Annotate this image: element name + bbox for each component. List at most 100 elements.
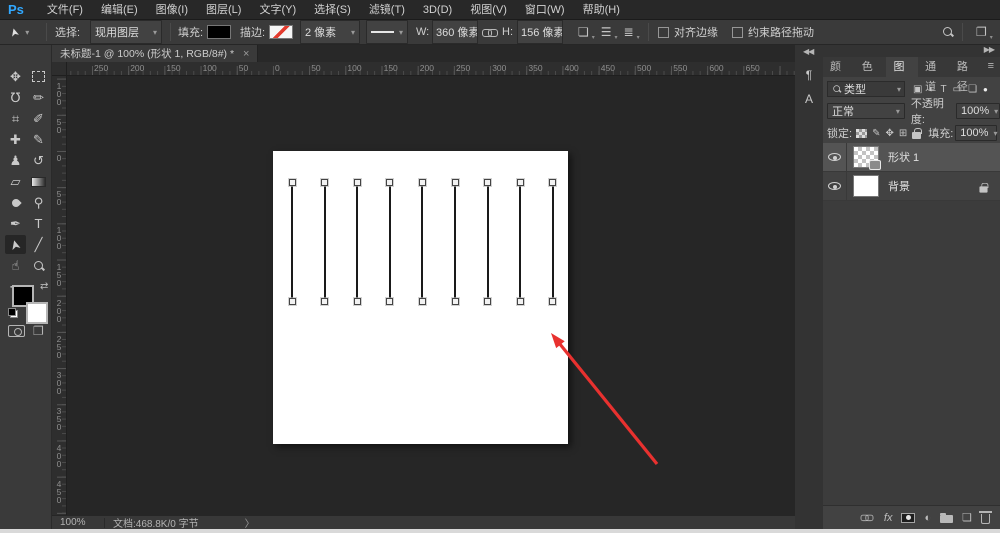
menu-item-图层L[interactable]: 图层(L): [197, 4, 250, 16]
menu-item-图像I[interactable]: 图像(I): [147, 4, 197, 16]
paragraph-panel-icon[interactable]: ¶: [799, 65, 819, 85]
current-tool-icon[interactable]: ➤: [7, 26, 22, 38]
filter-pixel-layers-icon[interactable]: ▣: [913, 84, 922, 95]
zoom-tool[interactable]: [28, 256, 49, 275]
background-color-swatch[interactable]: [26, 302, 48, 324]
layer-group-icon[interactable]: [940, 512, 954, 523]
adjustment-layer-icon[interactable]: ◐: [924, 512, 931, 524]
menu-item-窗口W[interactable]: 窗口(W): [516, 4, 574, 16]
constrain-path-drag-box[interactable]: [732, 26, 743, 38]
align-edges-box[interactable]: [658, 26, 669, 38]
layer-thumbnail[interactable]: [853, 146, 881, 170]
blur-tool[interactable]: [5, 193, 26, 212]
filter-toggle[interactable]: ●: [983, 85, 988, 94]
menu-item-视图V[interactable]: 视图(V): [461, 4, 516, 16]
menu-item-编辑E[interactable]: 编辑(E): [92, 4, 147, 16]
panel-tab-通道[interactable]: 通道: [918, 57, 950, 93]
stroke-width-dropdown[interactable]: 2 像素: [300, 20, 360, 44]
document-tab[interactable]: 未标题-1 @ 100% (形状 1, RGB/8#) * ×: [52, 45, 259, 62]
layer-mask-icon[interactable]: [901, 512, 916, 523]
crop-tool[interactable]: ⌗: [5, 109, 26, 128]
menu-item-文件F[interactable]: 文件(F): [38, 4, 92, 16]
layer-visibility-toggle[interactable]: [823, 171, 847, 201]
panel-tab-颜色[interactable]: 颜色: [823, 57, 855, 93]
link-wh-icon[interactable]: [482, 28, 498, 37]
menu-item-选择S[interactable]: 选择(S): [305, 4, 360, 16]
menu-item-文字Y[interactable]: 文字(Y): [250, 4, 305, 16]
select-mode-dropdown[interactable]: 现用图层: [90, 20, 162, 44]
move-tool[interactable]: ✥: [5, 67, 26, 86]
character-panel-icon[interactable]: A: [799, 89, 819, 109]
lock-all-icon[interactable]: [912, 127, 922, 139]
layer-visibility-toggle[interactable]: [823, 142, 847, 172]
type-tool[interactable]: T: [28, 214, 49, 233]
tool-preset-caret-icon[interactable]: ▾: [25, 28, 29, 37]
lock-image-pixels-icon[interactable]: ✎: [872, 128, 880, 139]
link-layers-icon[interactable]: [859, 513, 875, 522]
filter-type-layers-icon[interactable]: T: [941, 84, 947, 95]
lasso-tool[interactable]: ℧: [5, 88, 26, 107]
path-arrange-icon[interactable]: ≣: [624, 25, 640, 41]
opacity-dropdown[interactable]: 100%: [956, 103, 1000, 119]
panel-tab-色板[interactable]: 色板: [855, 57, 887, 93]
menu-item-3DD[interactable]: 3D(D): [414, 4, 461, 16]
path-alignment-icon[interactable]: ☰: [601, 25, 617, 41]
layer-thumbnail[interactable]: [853, 175, 879, 197]
constrain-path-drag-checkbox[interactable]: 约束路径拖动: [732, 20, 814, 44]
line-tool[interactable]: ╱: [28, 235, 49, 254]
canvas[interactable]: [273, 151, 568, 444]
menu-item-帮助H[interactable]: 帮助(H): [574, 4, 629, 16]
filter-smart-objects-icon[interactable]: ❏: [968, 84, 977, 95]
delete-layer-icon[interactable]: [979, 511, 992, 524]
path-selection-tool[interactable]: ➤: [5, 235, 26, 254]
vertical-ruler[interactable]: 100 50 0 50 100 150 200 250 300 350 400 450: [52, 76, 67, 515]
expand-panels-icon[interactable]: ◀◀: [803, 47, 814, 56]
path-operations-icon[interactable]: ❏: [578, 25, 594, 41]
horizontal-ruler[interactable]: 250 200 150 100 50 0 50 100 150 200 250 300 350 400 45…: [67, 62, 795, 76]
brush-tool[interactable]: ✎: [28, 130, 49, 149]
dodge-tool[interactable]: ⚲: [28, 193, 49, 212]
panel-menu-icon[interactable]: ≡: [982, 57, 1000, 77]
shape-height-field[interactable]: 156 像素: [517, 20, 563, 44]
rectangular-marquee-tool[interactable]: [28, 67, 49, 86]
lock-artboard-icon[interactable]: ⊞: [899, 128, 907, 139]
filter-type-dropdown[interactable]: 类型: [827, 81, 905, 97]
gradient-tool[interactable]: [28, 172, 49, 191]
status-expand-icon[interactable]: 〉: [245, 515, 255, 530]
layer-style-icon[interactable]: fx: [884, 512, 893, 524]
eraser-tool[interactable]: ▱: [5, 172, 26, 191]
fill-opacity-dropdown[interactable]: 100%: [955, 125, 998, 141]
search-icon[interactable]: [942, 26, 954, 38]
lock-transparent-pixels-icon[interactable]: [856, 128, 868, 138]
history-brush-tool[interactable]: ↺: [28, 151, 49, 170]
screen-mode-icon[interactable]: ❐: [33, 324, 44, 338]
shape-width-field[interactable]: 360 像素: [432, 20, 478, 44]
canvas-viewport[interactable]: [67, 76, 795, 515]
default-colors-icon[interactable]: [8, 308, 18, 318]
tab-close-icon[interactable]: ×: [243, 48, 249, 60]
zoom-level-field[interactable]: 100%: [60, 517, 96, 528]
align-edges-checkbox[interactable]: 对齐边缘: [658, 20, 718, 44]
workspace-icon[interactable]: ❐: [976, 25, 992, 41]
stroke-style-dropdown[interactable]: [366, 20, 408, 44]
pen-tool[interactable]: ✒: [5, 214, 26, 233]
spot-healing-brush-tool[interactable]: ✚: [5, 130, 26, 149]
layer-row[interactable]: 背景: [823, 171, 1000, 201]
clone-stamp-tool[interactable]: ♟: [5, 151, 26, 170]
collapse-panels-icon[interactable]: ▶▶: [984, 45, 995, 54]
layer-row[interactable]: 形状 1: [823, 142, 1000, 172]
stroke-swatch[interactable]: [269, 25, 293, 39]
fill-swatch[interactable]: [207, 25, 231, 39]
new-layer-icon[interactable]: ❏: [962, 511, 972, 524]
hand-tool[interactable]: ☝: [5, 256, 26, 275]
blend-mode-dropdown[interactable]: 正常: [827, 103, 905, 119]
swap-colors-icon[interactable]: ⇄: [40, 281, 48, 292]
quick-selection-tool[interactable]: ✏: [28, 88, 49, 107]
filter-shape-layers-icon[interactable]: ▭: [953, 84, 962, 95]
quick-mask-icon[interactable]: [8, 325, 25, 337]
panel-tab-图层[interactable]: 图层: [886, 57, 919, 93]
panel-tab-路径[interactable]: 路径: [950, 57, 982, 93]
lock-position-icon[interactable]: ✥: [885, 128, 893, 139]
filter-adjustment-layers-icon[interactable]: ◐: [928, 84, 934, 95]
menu-item-滤镜T[interactable]: 滤镜(T): [360, 4, 414, 16]
